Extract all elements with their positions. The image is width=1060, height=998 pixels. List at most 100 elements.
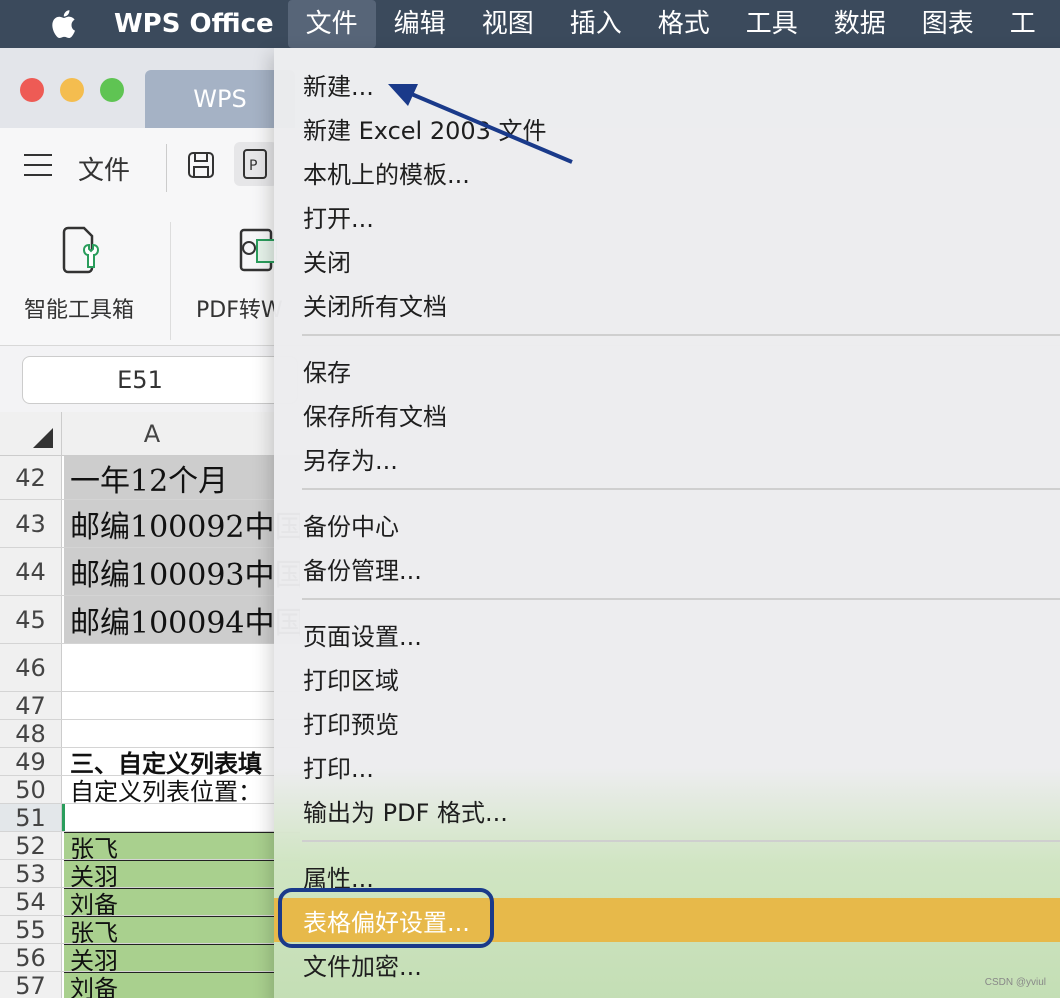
menu-separator bbox=[302, 488, 1060, 490]
menu-insert[interactable]: 插入 bbox=[552, 0, 640, 48]
row-number[interactable]: 57 bbox=[0, 972, 62, 998]
menu-window-truncated[interactable]: 工 bbox=[992, 0, 1054, 48]
menu-item-11[interactable]: 页面设置... bbox=[274, 612, 1060, 656]
tab-wps-home[interactable]: WPS bbox=[145, 70, 295, 128]
annotation-arrow-icon bbox=[388, 84, 573, 164]
row-number[interactable]: 52 bbox=[0, 832, 62, 860]
hamburger-menu-icon[interactable] bbox=[24, 154, 52, 184]
row-number[interactable]: 42 bbox=[0, 456, 62, 499]
table-row: 54 刘备 bbox=[0, 888, 300, 916]
menu-item-8[interactable]: 另存为... bbox=[274, 436, 1060, 480]
row-number[interactable]: 47 bbox=[0, 692, 62, 720]
pdf-convert-button[interactable]: PDF转W bbox=[196, 224, 283, 324]
row-number[interactable]: 51 bbox=[0, 804, 62, 832]
apple-icon[interactable] bbox=[38, 9, 88, 39]
menu-file[interactable]: 文件 bbox=[287, 0, 376, 48]
column-header-a[interactable]: A bbox=[62, 412, 302, 456]
table-row: 56 关羽 bbox=[0, 944, 300, 972]
cell-a42[interactable]: 一年12个月 bbox=[64, 456, 300, 499]
table-row: 48 bbox=[0, 720, 300, 748]
menu-item-15[interactable]: 输出为 PDF 格式... bbox=[274, 788, 1060, 832]
cell-a57[interactable]: 刘备 bbox=[64, 972, 300, 998]
cell-a43[interactable]: 邮编100092中国 bbox=[64, 500, 300, 547]
row-number[interactable]: 44 bbox=[0, 548, 62, 595]
cell-a50[interactable]: 自定义列表位置： bbox=[64, 776, 300, 803]
cell-a53[interactable]: 关羽 bbox=[64, 860, 300, 887]
cell-a52[interactable]: 张飞 bbox=[64, 832, 300, 859]
menu-item-6[interactable]: 保存 bbox=[274, 348, 1060, 392]
row-number[interactable]: 48 bbox=[0, 720, 62, 748]
active-cell-marker bbox=[62, 804, 65, 831]
ribbon-divider bbox=[170, 222, 171, 340]
menu-item-3[interactable]: 打开... bbox=[274, 194, 1060, 238]
menu-data[interactable]: 数据 bbox=[816, 0, 904, 48]
row-number[interactable]: 46 bbox=[0, 644, 62, 691]
row-number[interactable]: 54 bbox=[0, 888, 62, 916]
menu-bar: WPS Office 文件 编辑 视图 插入 格式 工具 数据 图表 工 bbox=[0, 0, 1060, 48]
menu-chart[interactable]: 图表 bbox=[904, 0, 992, 48]
menu-item-4[interactable]: 关闭 bbox=[274, 238, 1060, 282]
table-row: 51 bbox=[0, 804, 300, 832]
menu-item-13[interactable]: 打印预览 bbox=[274, 700, 1060, 744]
cell-a56[interactable]: 关羽 bbox=[64, 944, 300, 971]
annotation-highlight-box bbox=[278, 888, 494, 948]
row-number[interactable]: 55 bbox=[0, 916, 62, 944]
column-header-row: A bbox=[0, 412, 300, 456]
close-window-button[interactable] bbox=[20, 78, 44, 102]
toolbar-divider bbox=[166, 144, 167, 192]
menu-item-18[interactable]: 文件加密... bbox=[274, 942, 1060, 986]
pdf-convert-label: PDF转W bbox=[196, 298, 283, 323]
minimize-window-button[interactable] bbox=[60, 78, 84, 102]
app-name[interactable]: WPS Office bbox=[114, 9, 274, 39]
svg-text:P: P bbox=[249, 158, 257, 174]
row-number[interactable]: 45 bbox=[0, 596, 62, 643]
row-number[interactable]: 43 bbox=[0, 500, 62, 547]
table-row: 50 自定义列表位置： bbox=[0, 776, 300, 804]
cell-reference-box[interactable]: E51 bbox=[22, 356, 298, 404]
row-number[interactable]: 49 bbox=[0, 748, 62, 776]
cell-a45[interactable]: 邮编100094中国 bbox=[64, 596, 300, 643]
menu-separator bbox=[302, 598, 1060, 600]
menu-view[interactable]: 视图 bbox=[464, 0, 552, 48]
menu-item-10[interactable]: 备份管理... bbox=[274, 546, 1060, 590]
table-row: 53 关羽 bbox=[0, 860, 300, 888]
cell-a55[interactable]: 张飞 bbox=[64, 916, 300, 943]
cell-a49[interactable]: 三、自定义列表填 bbox=[64, 748, 300, 775]
menu-format[interactable]: 格式 bbox=[640, 0, 728, 48]
menu-item-5[interactable]: 关闭所有文档 bbox=[274, 282, 1060, 326]
table-row: 47 bbox=[0, 692, 300, 720]
smart-toolbox-button[interactable]: 智能工具箱 bbox=[24, 224, 134, 324]
menu-item-7[interactable]: 保存所有文档 bbox=[274, 392, 1060, 436]
toolbox-icon bbox=[62, 226, 100, 274]
menu-item-14[interactable]: 打印... bbox=[274, 744, 1060, 788]
cell-a47[interactable] bbox=[64, 692, 300, 719]
cell-a54[interactable]: 刘备 bbox=[64, 888, 300, 915]
menu-item-9[interactable]: 备份中心 bbox=[274, 502, 1060, 546]
export-pdf-icon[interactable]: P bbox=[234, 142, 278, 186]
cell-a48[interactable] bbox=[64, 720, 300, 747]
menu-item-12[interactable]: 打印区域 bbox=[274, 656, 1060, 700]
table-row: 55 张飞 bbox=[0, 916, 300, 944]
row-number[interactable]: 50 bbox=[0, 776, 62, 804]
cell-a51[interactable] bbox=[64, 804, 300, 831]
menu-tools[interactable]: 工具 bbox=[728, 0, 816, 48]
select-all-corner[interactable] bbox=[0, 412, 62, 456]
save-icon[interactable] bbox=[186, 150, 216, 184]
smart-toolbox-label: 智能工具箱 bbox=[24, 298, 135, 323]
row-number[interactable]: 53 bbox=[0, 860, 62, 888]
table-row: 57 刘备 bbox=[0, 972, 300, 998]
table-row: 42 一年12个月 bbox=[0, 456, 300, 500]
table-row: 44 邮编100093中国 bbox=[0, 548, 300, 596]
file-dropdown-menu: 新建... 新建 Excel 2003 文件 本机上的模板... 打开... 关闭 关闭所… bbox=[274, 48, 1060, 998]
cell-a46[interactable] bbox=[64, 644, 300, 691]
cell-a44[interactable]: 邮编100093中国 bbox=[64, 548, 300, 595]
table-row: 52 张飞 bbox=[0, 832, 300, 860]
menu-edit[interactable]: 编辑 bbox=[376, 0, 464, 48]
menu-separator bbox=[302, 840, 1060, 842]
zoom-window-button[interactable] bbox=[100, 78, 124, 102]
table-row: 45 邮编100094中国 bbox=[0, 596, 300, 644]
menu-separator bbox=[302, 334, 1060, 336]
watermark: CSDN @yviul bbox=[984, 977, 1046, 988]
row-number[interactable]: 56 bbox=[0, 944, 62, 972]
file-menu-button[interactable]: 文件 bbox=[78, 150, 130, 187]
